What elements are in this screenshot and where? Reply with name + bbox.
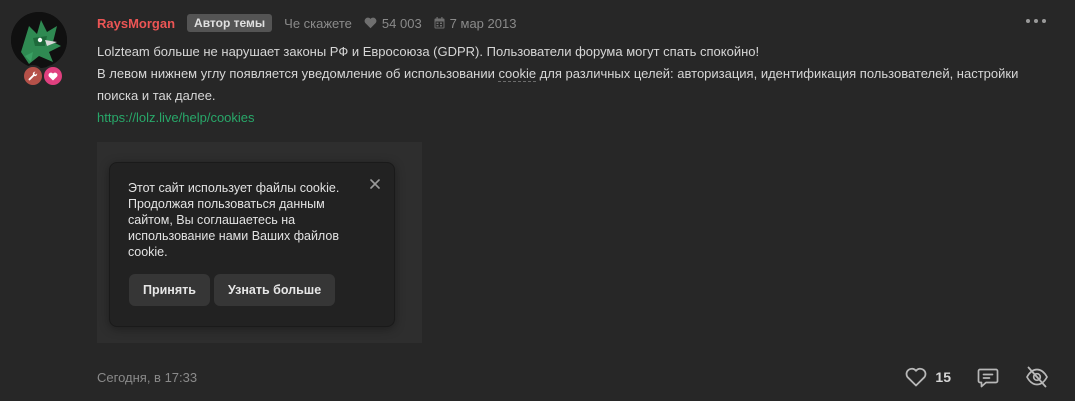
post-line-1: Lolzteam больше не нарушает законы РФ и …: [97, 44, 760, 59]
close-icon[interactable]: [370, 179, 380, 189]
post-body: Lolzteam больше не нарушает законы РФ и …: [97, 41, 1057, 129]
post-header: RaysMorgan Автор темы Че скажете 54 003 …: [97, 13, 528, 33]
reply-button[interactable]: [977, 367, 999, 388]
post-actions: 15: [905, 366, 1049, 388]
attached-image[interactable]: Этот сайт использует файлы cookie. Продо…: [97, 142, 422, 343]
heart-icon: [364, 17, 377, 29]
accept-button[interactable]: Принять: [129, 274, 210, 306]
more-icon[interactable]: [1026, 17, 1046, 25]
views-counter: 54 003: [364, 16, 422, 31]
post-date-label: 7 мар 2013: [449, 15, 517, 31]
calendar-icon: [434, 17, 445, 29]
like-count: 15: [935, 369, 951, 385]
cookie-buttons: Принять Узнать больше: [129, 274, 339, 306]
heart-badge-icon: [42, 65, 64, 87]
cookie-notice-text: Этот сайт использует файлы cookie. Продо…: [128, 181, 340, 259]
author-badge: Автор темы: [187, 14, 273, 32]
post-meta: Че скажете 54 003 7 мар 2013: [284, 16, 528, 31]
user-title: Че скажете: [284, 15, 352, 31]
avatar-block: [11, 12, 67, 87]
hide-button[interactable]: [1025, 366, 1049, 388]
reply-icon: [977, 368, 999, 387]
tools-badge-icon: [22, 65, 44, 87]
post-time[interactable]: Сегодня, в 17:33: [97, 370, 197, 385]
post-date[interactable]: 7 мар 2013: [434, 15, 517, 31]
username[interactable]: RaysMorgan: [97, 16, 175, 31]
like-button[interactable]: 15: [905, 367, 951, 387]
learn-more-button[interactable]: Узнать больше: [213, 274, 336, 306]
hide-icon: [1026, 366, 1048, 388]
avatar[interactable]: [11, 12, 67, 68]
post-line-2: В левом нижнем углу появляется уведомлен…: [97, 66, 1019, 103]
cookie-term[interactable]: cookie: [498, 66, 537, 82]
cookies-help-link[interactable]: https://lolz.live/help/cookies: [97, 110, 255, 125]
cookie-notice: Этот сайт использует файлы cookie. Продо…: [109, 162, 395, 327]
like-icon: [906, 367, 927, 387]
views-count: 54 003: [381, 15, 422, 31]
